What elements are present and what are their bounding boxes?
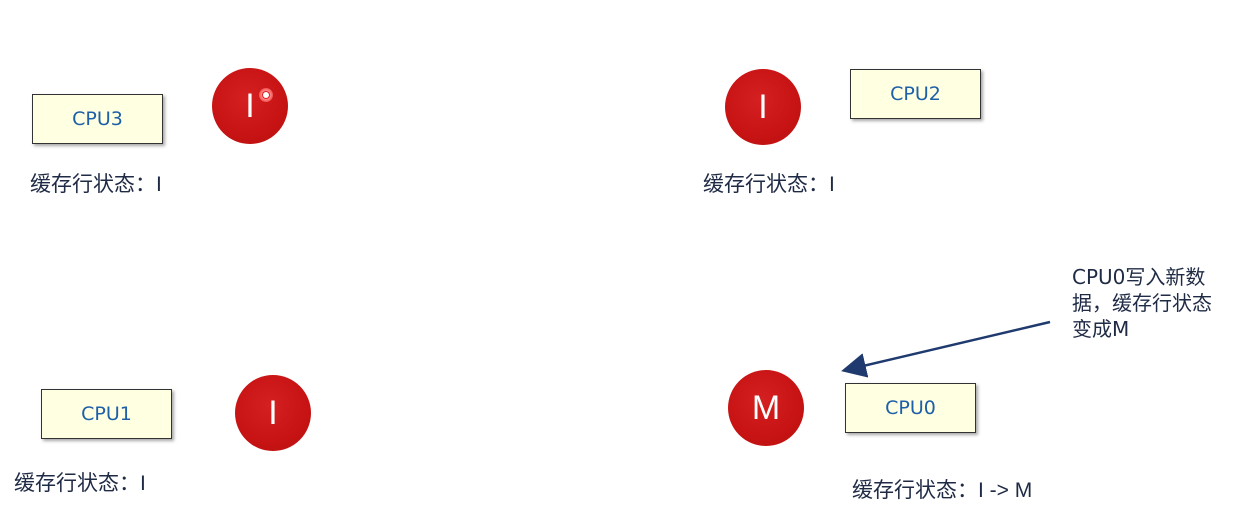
annotation-arrow (841, 320, 1051, 378)
annotation-arrow-line (841, 320, 1051, 378)
